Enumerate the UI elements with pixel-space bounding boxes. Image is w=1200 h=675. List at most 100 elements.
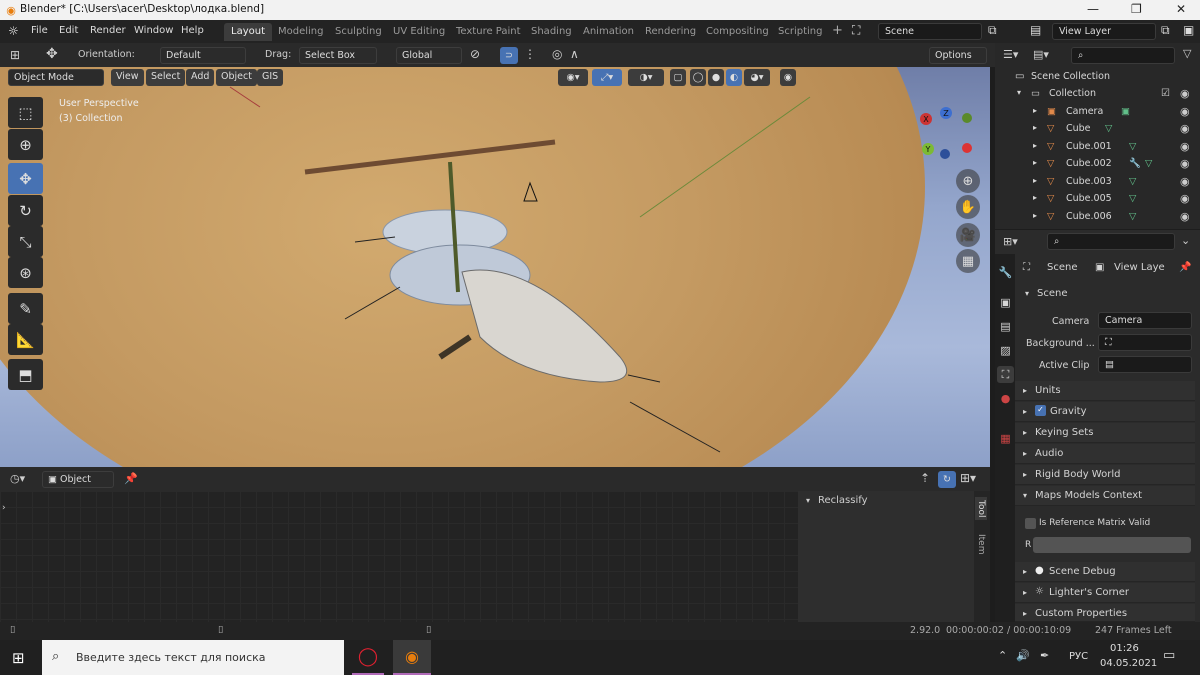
outliner-item-cube-001[interactable]: ▸ ▽ Cube.001 ▽ ◉: [995, 139, 1200, 156]
falloff-icon[interactable]: ∧: [570, 47, 579, 61]
select-box-tool[interactable]: ⬚: [8, 97, 43, 128]
pin-icon[interactable]: 📌: [1179, 262, 1191, 273]
transform-orientation-dropdown[interactable]: Global: [396, 47, 462, 64]
outliner-item-cube-003[interactable]: ▸ ▽ Cube.003 ▽ ◉: [995, 174, 1200, 191]
reclassify-title[interactable]: Reclassify: [818, 495, 868, 506]
menu-view[interactable]: View: [111, 69, 144, 86]
blender-menu-icon[interactable]: ☼: [8, 24, 19, 38]
add-cube-tool[interactable]: ⬒: [8, 359, 43, 390]
view-layer-icon[interactable]: ▤: [1030, 23, 1041, 37]
overlay-icon[interactable]: ◑▾: [628, 69, 664, 86]
reference-matrix-checkbox[interactable]: [1025, 518, 1036, 529]
gizmo-neg-z[interactable]: [940, 149, 950, 159]
expand-icon[interactable]: ▾: [1017, 88, 1021, 97]
clock-time[interactable]: 01:26: [1110, 643, 1139, 654]
clock-date[interactable]: 04.05.2021: [1100, 658, 1157, 669]
gizmo-toggle-icon[interactable]: ⤢▾: [592, 69, 622, 86]
remove-view-layer-icon[interactable]: ▣: [1183, 23, 1194, 37]
camera-field[interactable]: Camera: [1098, 312, 1192, 329]
menu-window[interactable]: Window: [134, 25, 173, 36]
collection-row[interactable]: ▾ ▭ Collection ☑ ◉: [995, 86, 1200, 103]
sync-icon[interactable]: ↻: [938, 471, 956, 488]
tab-compositing[interactable]: Compositing: [699, 23, 776, 41]
outliner-item-camera[interactable]: ▸ ▣ Camera ▣ ◉: [995, 104, 1200, 121]
checkbox-icon[interactable]: ☑: [1161, 88, 1170, 99]
gizmo-z[interactable]: Z: [940, 107, 952, 119]
expand-icon[interactable]: ▸: [1023, 449, 1027, 458]
lighters-corner-panel[interactable]: ▸ ☼ Lighter's Corner: [1015, 583, 1195, 603]
active-clip-field[interactable]: ▤: [1098, 356, 1192, 373]
scene-icon[interactable]: ⛶: [852, 23, 860, 38]
orientation-dropdown[interactable]: Default: [160, 47, 246, 64]
menu-edit[interactable]: Edit: [59, 25, 78, 36]
tab-sculpting[interactable]: Sculpting: [328, 23, 389, 41]
language-indicator[interactable]: РУС: [1069, 651, 1088, 662]
node-editor[interactable]: ›: [0, 491, 798, 622]
expand-icon[interactable]: ▸: [1023, 588, 1027, 597]
output-tab-icon[interactable]: ▤: [997, 318, 1014, 335]
expand-icon[interactable]: ▸: [1033, 158, 1037, 167]
scale-tool[interactable]: ⤡: [8, 226, 43, 257]
cursor-tool[interactable]: ⊕: [8, 129, 43, 160]
snap-icon[interactable]: ⊃: [500, 47, 518, 64]
tab-scripting[interactable]: Scripting: [771, 23, 829, 41]
tab-item[interactable]: Item: [975, 531, 987, 558]
collapse-icon[interactable]: ▾: [1023, 491, 1027, 500]
filter-icon[interactable]: ▽: [1183, 47, 1191, 60]
chevron-up-icon[interactable]: ⌃: [998, 649, 1007, 662]
r-matrix-field[interactable]: [1033, 537, 1191, 553]
scene-tab-icon[interactable]: ⛶: [997, 366, 1014, 383]
navigation-gizmo[interactable]: Z X Y: [918, 105, 978, 165]
outliner-editor-icon[interactable]: ☰▾: [1003, 48, 1018, 61]
eye-icon[interactable]: ◉: [1180, 140, 1190, 153]
menu-add[interactable]: Add: [186, 69, 215, 86]
gizmo-x[interactable]: X: [920, 113, 932, 125]
visibility-icon[interactable]: ◉▾: [558, 69, 588, 86]
collapse-icon[interactable]: ▾: [806, 496, 810, 505]
outliner-item-cube[interactable]: ▸ ▽ Cube ▽ ◉: [995, 121, 1200, 138]
options-grid-icon[interactable]: ⊞▾: [960, 471, 976, 485]
scene-field[interactable]: Scene: [878, 23, 982, 40]
editor-type-icon[interactable]: ◷▾: [10, 472, 25, 485]
minimize-icon[interactable]: —: [1087, 2, 1099, 16]
expand-icon[interactable]: ▸: [1033, 176, 1037, 185]
annotate-tool[interactable]: ✎: [8, 293, 43, 324]
outliner-search[interactable]: ⌕: [1071, 47, 1175, 64]
rendered-shading-icon[interactable]: ◕▾: [744, 69, 770, 86]
collapse-icon[interactable]: ▾: [1025, 289, 1029, 298]
add-workspace-icon[interactable]: +: [832, 23, 843, 38]
menu-gis[interactable]: GIS: [257, 69, 284, 86]
expand-icon[interactable]: ▸: [1023, 428, 1027, 437]
editor-object-dropdown[interactable]: ▣ Object: [42, 471, 114, 488]
eye-icon[interactable]: ◉: [1180, 192, 1190, 205]
tab-rendering[interactable]: Rendering: [638, 23, 703, 41]
expand-icon[interactable]: ▸: [1023, 567, 1027, 576]
ortho-grid-icon[interactable]: ▦: [956, 249, 980, 273]
gizmo-neg-y[interactable]: [962, 113, 972, 123]
expand-icon[interactable]: ▸: [1023, 609, 1027, 618]
tab-modeling[interactable]: Modeling: [271, 23, 331, 41]
zoom-icon[interactable]: ⊕: [956, 169, 980, 193]
world-tab-icon[interactable]: ●: [997, 390, 1014, 407]
maximize-icon[interactable]: ❐: [1131, 2, 1142, 16]
volume-icon[interactable]: 🔊: [1016, 649, 1030, 662]
expand-icon[interactable]: ▸: [1023, 386, 1027, 395]
arrow-up-icon[interactable]: ⇡: [920, 471, 930, 485]
custom-properties-panel[interactable]: ▸ Custom Properties: [1015, 604, 1195, 622]
pivot-icon[interactable]: ⊘: [470, 47, 480, 61]
material-shading-icon[interactable]: ◐: [726, 69, 742, 86]
gravity-panel[interactable]: ▸ ✓ Gravity: [1015, 402, 1195, 422]
outliner-item-cube-006[interactable]: ▸ ▽ Cube.006 ▽ ◉: [995, 209, 1200, 226]
proportional-edit-icon[interactable]: ◎: [552, 47, 562, 61]
menu-object[interactable]: Object: [216, 69, 257, 86]
opera-icon[interactable]: ◯: [352, 640, 384, 675]
eye-icon[interactable]: ◉: [1180, 210, 1190, 223]
pin-icon[interactable]: 📌: [124, 472, 138, 485]
outliner-item-cube-002[interactable]: ▸ ▽ Cube.002 🔧 ▽ ◉: [995, 156, 1200, 173]
tab-animation[interactable]: Animation: [576, 23, 641, 41]
menu-render[interactable]: Render: [90, 25, 126, 36]
camera-view-icon[interactable]: 🎥: [956, 223, 980, 247]
tool-settings-icon[interactable]: ⊞: [10, 48, 20, 62]
pen-icon[interactable]: ✒: [1040, 649, 1049, 662]
new-scene-icon[interactable]: ⧉: [988, 23, 997, 38]
